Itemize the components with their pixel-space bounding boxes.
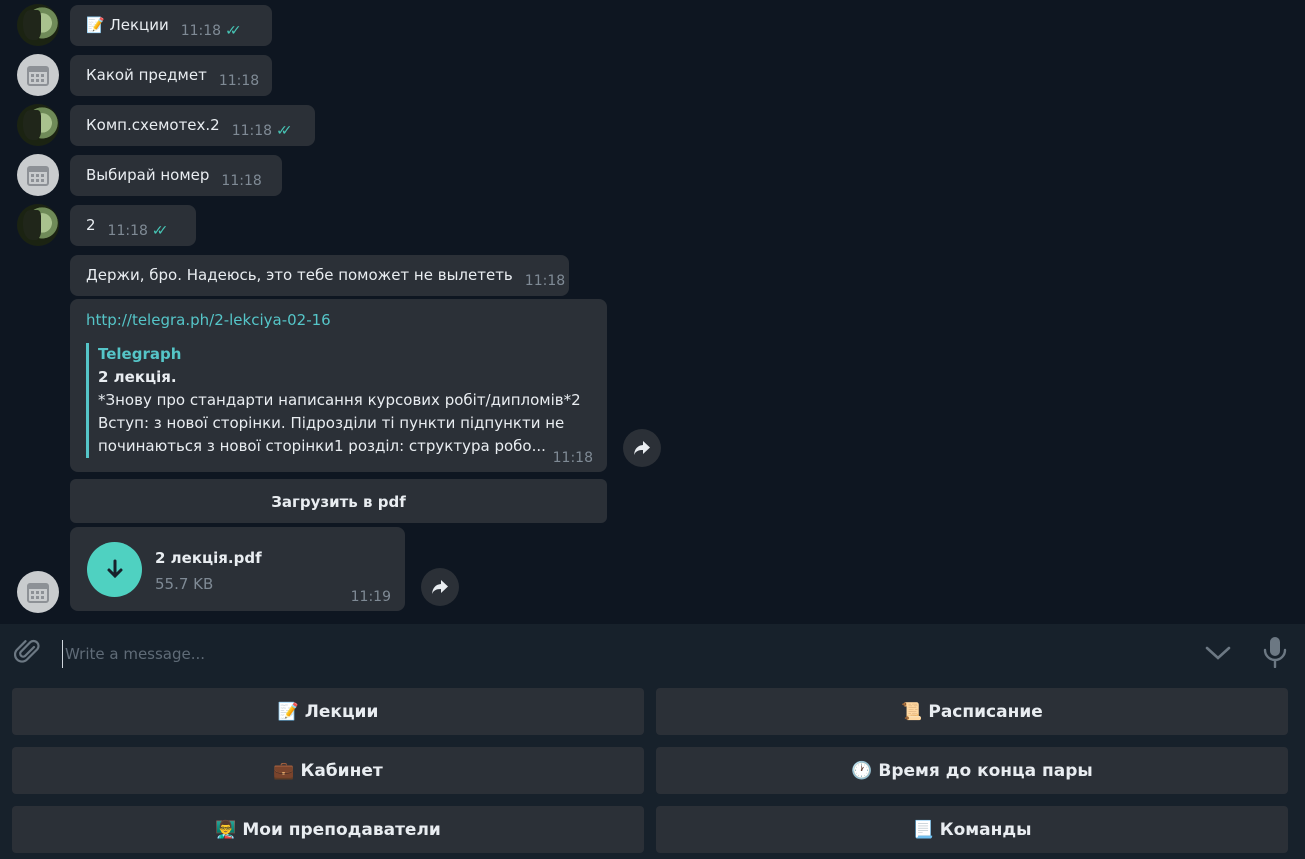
keyboard-button-label: Время до конца пары xyxy=(878,760,1093,781)
read-checks-icon: ✓✓ xyxy=(276,123,293,139)
message-bubble[interactable]: 📝 Лекции 11:18 ✓✓ xyxy=(70,5,272,46)
preview-title: 2 лекція. xyxy=(98,368,177,386)
bot-keyboard: 📝 Лекции 📜 Расписание 💼 Кабинет 🕐 Время до к… xyxy=(0,682,1305,859)
chat-history: 📝 Лекции 11:18 ✓✓ Какой предмет 11:18 Комп.… xyxy=(0,0,1305,624)
file-size: 55.7 KB xyxy=(155,575,214,593)
preview-description-line: *Знову про стандарти написання курсових … xyxy=(98,391,581,409)
paperclip-icon[interactable] xyxy=(14,638,42,666)
clock-icon: 🕐 xyxy=(851,760,873,781)
user-avatar[interactable] xyxy=(17,104,59,146)
keyboard-button-label: Расписание xyxy=(928,701,1043,722)
keyboard-button-lectures[interactable]: 📝 Лекции xyxy=(12,688,644,735)
link-preview[interactable]: Telegraph 2 лекція. *Знову про стандарти… xyxy=(86,343,591,458)
message-time: 11:18 xyxy=(218,73,260,89)
keyboard-button-schedule[interactable]: 📜 Расписание xyxy=(656,688,1288,735)
share-arrow-icon xyxy=(634,441,650,455)
message-bubble[interactable]: Комп.схемотех.2 11:18 ✓✓ xyxy=(70,105,315,146)
forward-button[interactable] xyxy=(623,429,661,467)
microphone-icon[interactable] xyxy=(1262,636,1288,668)
message-time: 11:19 xyxy=(350,589,391,605)
memo-icon: 📝 xyxy=(277,701,299,722)
preview-description-line: Вступ: з нової сторінки. Підрозділи ті п… xyxy=(98,414,565,432)
message-time: 11:18 xyxy=(231,123,273,139)
message-link[interactable]: http://telegra.ph/2-lekciya-02-16 xyxy=(86,310,591,330)
message-text: Какой предмет xyxy=(86,66,207,84)
file-download-button[interactable] xyxy=(87,542,142,597)
message-bubble[interactable]: Какой предмет 11:18 xyxy=(70,55,272,96)
message-bubble[interactable]: Выбирай номер 11:18 xyxy=(70,155,282,196)
bot-avatar[interactable] xyxy=(17,154,59,196)
scroll-icon: 📜 xyxy=(901,701,923,722)
calendar-icon xyxy=(27,66,49,86)
calendar-icon xyxy=(27,166,49,186)
keyboard-button-label: Мои преподаватели xyxy=(242,819,441,840)
message-text: Держи, бро. Надеюсь, это тебе поможет не… xyxy=(86,266,513,284)
message-time: 11:18 xyxy=(180,23,222,39)
keyboard-button-teachers[interactable]: 👨‍🏫 Мои преподаватели xyxy=(12,806,644,853)
user-avatar[interactable] xyxy=(17,4,59,46)
bot-avatar[interactable] xyxy=(17,54,59,96)
preview-description-line: починаються з нової сторінки1 розділ: ст… xyxy=(98,437,546,455)
file-name[interactable]: 2 лекція.pdf xyxy=(155,549,262,567)
read-checks-icon: ✓✓ xyxy=(225,23,242,39)
message-text: 📝 Лекции xyxy=(86,16,169,34)
link-preview-message[interactable]: http://telegra.ph/2-lekciya-02-16 Telegr… xyxy=(70,299,607,472)
message-time: 11:18 xyxy=(107,223,148,239)
keyboard-button-label: Команды xyxy=(939,819,1032,840)
keyboard-button-label: Лекции xyxy=(304,701,379,722)
keyboard-button-commands[interactable]: 📃 Команды xyxy=(656,806,1288,853)
download-arrow-icon xyxy=(107,559,122,578)
keyboard-button-time-left[interactable]: 🕐 Время до конца пары xyxy=(656,747,1288,794)
keyboard-button-label: Кабинет xyxy=(300,760,383,781)
message-text: Выбирай номер xyxy=(86,166,210,184)
file-message[interactable]: 2 лекція.pdf 55.7 KB 11:19 xyxy=(70,527,405,611)
share-arrow-icon xyxy=(432,580,448,594)
chevron-down-icon[interactable] xyxy=(1204,642,1232,664)
read-checks-icon: ✓✓ xyxy=(151,223,169,239)
message-time: 11:18 xyxy=(552,450,593,466)
download-pdf-inline-button[interactable]: Загрузить в pdf xyxy=(70,479,607,523)
message-text: Комп.схемотех.2 xyxy=(86,116,220,134)
message-input[interactable] xyxy=(62,640,1187,668)
page-icon: 📃 xyxy=(912,819,934,840)
preview-site-name: Telegraph xyxy=(98,345,182,363)
message-bubble[interactable]: 2 11:18 ✓✓ xyxy=(70,205,196,246)
bot-avatar[interactable] xyxy=(17,571,59,613)
user-avatar[interactable] xyxy=(17,204,59,246)
message-text: 2 xyxy=(86,216,96,234)
message-time: 11:18 xyxy=(221,173,262,189)
message-composer xyxy=(0,624,1305,682)
calendar-icon xyxy=(27,583,49,603)
briefcase-icon: 💼 xyxy=(273,760,295,781)
keyboard-button-room[interactable]: 💼 Кабинет xyxy=(12,747,644,794)
message-bubble[interactable]: Держи, бро. Надеюсь, это тебе поможет не… xyxy=(70,255,569,296)
teacher-icon: 👨‍🏫 xyxy=(215,819,237,840)
message-time: 11:18 xyxy=(524,273,566,289)
forward-button[interactable] xyxy=(421,568,459,606)
